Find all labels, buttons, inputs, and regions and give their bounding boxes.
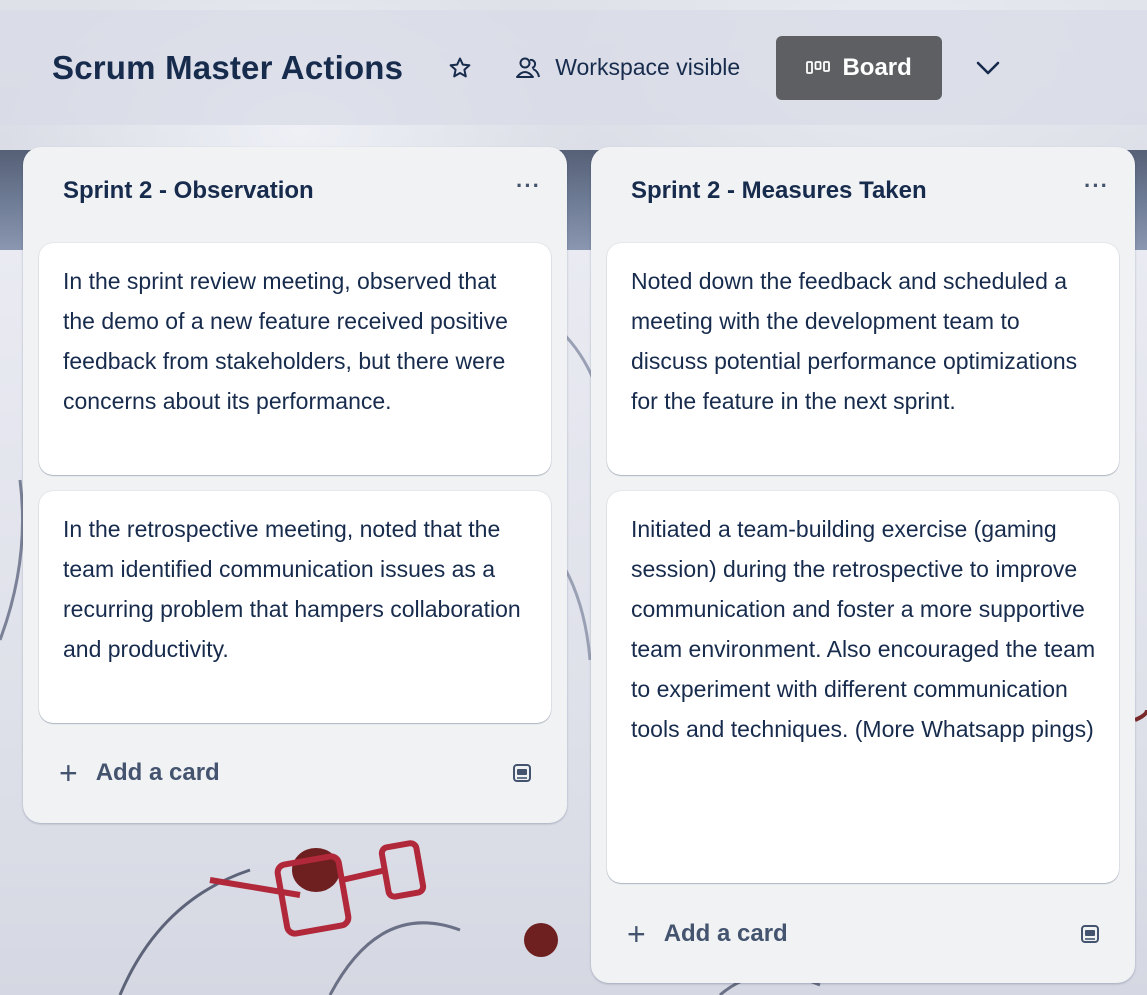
list-header: Sprint 2 - Observation ··· [63,175,541,205]
plus-icon: + [627,916,646,952]
people-icon [513,53,543,83]
board-view-icon [806,60,831,76]
board-view-button[interactable]: Board [776,35,943,100]
card[interactable]: Noted down the feedback and scheduled a … [607,243,1119,475]
list-actions-button[interactable]: ··· [1084,175,1109,201]
list-title[interactable]: Sprint 2 - Measures Taken [631,177,927,205]
list-actions-button[interactable]: ··· [516,175,541,201]
list-header: Sprint 2 - Measures Taken ··· [631,175,1109,205]
add-card-label: Add a card [95,759,220,786]
card[interactable]: In the retrospective meeting, noted that… [39,491,551,723]
visibility-button[interactable]: Workspace visible [513,53,740,83]
board-header: Scrum Master Actions Workspace visible B… [0,10,1147,125]
card[interactable]: In the sprint review meeting, observed t… [39,243,551,475]
plus-icon: + [59,755,78,791]
card[interactable]: Initiated a team-building exercise (gami… [607,491,1119,883]
star-button[interactable] [445,53,475,83]
board-title[interactable]: Scrum Master Actions [52,49,403,87]
visibility-label: Workspace visible [555,54,741,80]
view-dropdown-button[interactable] [968,48,1008,88]
card-template-icon[interactable] [1077,921,1103,947]
add-card-button[interactable]: + Add a card [627,916,788,952]
list-title[interactable]: Sprint 2 - Observation [63,177,314,205]
add-card-label: Add a card [663,920,788,947]
add-card-button[interactable]: + Add a card [59,755,220,791]
add-card-row: + Add a card [627,916,1103,952]
chevron-down-icon [975,60,1001,76]
star-icon [448,56,472,80]
add-card-row: + Add a card [59,755,535,791]
board-view-label: Board [842,53,912,81]
card-template-icon[interactable] [509,760,535,786]
list-sprint-2-observation: Sprint 2 - Observation ··· In the sprint… [23,147,567,823]
list-sprint-2-measures-taken: Sprint 2 - Measures Taken ··· Noted down… [591,147,1135,983]
